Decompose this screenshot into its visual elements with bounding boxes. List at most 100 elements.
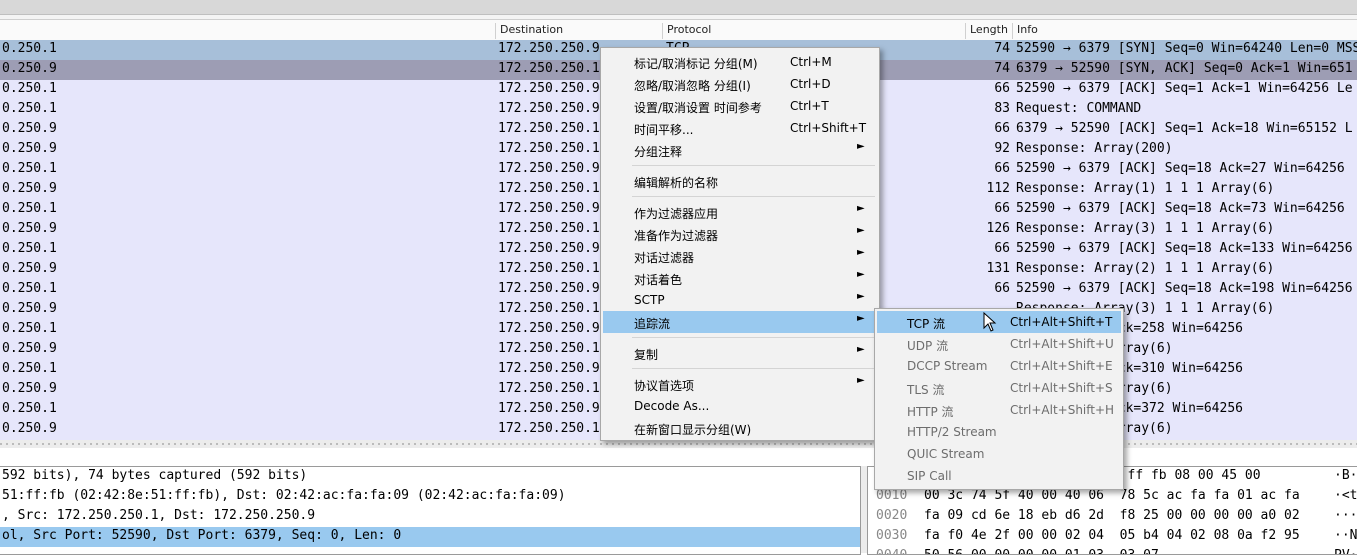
packet-details-pane[interactable]: 592 bits), 74 bytes captured (592 bits) 5…	[0, 466, 861, 555]
destination-cell: 172.250.250.9	[498, 321, 600, 336]
hex-line[interactable]: 0040 50 56 00 00 00 00 01 03 03 07 PV··	[868, 547, 1357, 554]
source-cell: 0.250.1	[2, 81, 57, 96]
menu-item[interactable]: 追踪流 ►	[603, 311, 877, 333]
hex-offset: 0010	[876, 488, 908, 503]
menu-item-shortcut: Ctrl+M	[790, 55, 832, 69]
length-cell: 131	[986, 261, 1010, 276]
submenu-item: HTTP/2 Stream	[877, 421, 1121, 443]
menu-item[interactable]: 复制 ►	[603, 342, 877, 364]
hex-ascii: PV··	[1334, 548, 1357, 554]
menu-item-label: 复制	[634, 348, 659, 362]
hex-offset: 0030	[876, 528, 908, 543]
destination-cell: 172.250.250.9	[498, 201, 600, 216]
info-cell: Response: Array(3) 1 1 1 Array(6)	[1016, 221, 1275, 236]
follow-stream-submenu: TCP 流 Ctrl+Alt+Shift+T UDP 流 Ctrl+Alt+Shift…	[874, 308, 1124, 490]
length-cell: 66	[994, 281, 1010, 296]
source-cell: 0.250.1	[2, 101, 57, 116]
hex-bytes: fa f0 4e 2f 00 00 02 04 05 b4 04 02 08 0…	[924, 528, 1300, 543]
destination-cell: 172.250.250.1	[498, 261, 600, 276]
hex-offset: 0040	[876, 548, 907, 554]
length-cell: 66	[994, 161, 1010, 176]
menu-item[interactable]: 准备作为过滤器 ►	[603, 223, 877, 245]
destination-cell: 172.250.250.9	[498, 41, 600, 56]
source-cell: 0.250.9	[2, 421, 57, 436]
submenu-item-label: TCP 流	[907, 317, 946, 331]
submenu-item-label: TLS 流	[907, 383, 945, 397]
menu-item[interactable]: 在新窗口显示分组(W)	[603, 417, 877, 439]
menu-item[interactable]: 设置/取消设置 时间参考 Ctrl+T	[603, 95, 877, 117]
source-cell: 0.250.1	[2, 401, 57, 416]
destination-cell: 172.250.250.1	[498, 421, 600, 436]
menu-separator	[632, 196, 875, 197]
hex-line[interactable]: 0030 fa f0 4e 2f 00 00 02 04 05 b4 04 02 …	[868, 527, 1357, 547]
detail-line[interactable]: ol, Src Port: 52590, Dst Port: 6379, Seq…	[0, 527, 860, 547]
detail-line[interactable]: , Src: 172.250.250.1, Dst: 172.250.250.9	[0, 507, 860, 527]
destination-cell: 172.250.250.9	[498, 161, 600, 176]
detail-text: 51:ff:fb (02:42:8e:51:ff:fb), Dst: 02:42…	[2, 488, 566, 503]
submenu-item-shortcut: Ctrl+Alt+Shift+U	[1010, 337, 1114, 351]
menu-item-label: Decode As...	[634, 399, 710, 413]
menu-item[interactable]: 对话过滤器 ►	[603, 245, 877, 267]
submenu-arrow-icon: ►	[857, 141, 865, 152]
hex-ascii: ·<t_	[1334, 488, 1357, 503]
info-cell: 52590 → 6379 [SYN] Seq=0 Win=64240 Len=0…	[1016, 41, 1357, 56]
hex-line[interactable]: 0010 00 3c 74 5f 40 00 40 06 78 5c ac fa …	[868, 487, 1357, 507]
column-info[interactable]: Info	[1012, 23, 1357, 39]
hex-offset: 0020	[876, 508, 908, 523]
destination-cell: 172.250.250.9	[498, 241, 600, 256]
menu-item[interactable]: 协议首选项 ►	[603, 373, 877, 395]
source-cell: 0.250.1	[2, 321, 57, 336]
submenu-arrow-icon: ►	[857, 313, 865, 324]
destination-cell: 172.250.250.9	[498, 361, 600, 376]
info-cell: 52590 → 6379 [ACK] Seq=18 Ack=133 Win=64…	[1016, 241, 1353, 256]
source-cell: 0.250.9	[2, 221, 57, 236]
menu-item[interactable]: 对话着色 ►	[603, 267, 877, 289]
detail-line[interactable]: 51:ff:fb (02:42:8e:51:ff:fb), Dst: 02:42…	[0, 487, 860, 507]
menu-item[interactable]: 编辑解析的名称	[603, 170, 877, 192]
info-cell: Response: Array(1) 1 1 1 Array(6)	[1016, 181, 1275, 196]
source-cell: 0.250.9	[2, 181, 57, 196]
length-cell: 66	[994, 121, 1010, 136]
menu-item[interactable]: 作为过滤器应用 ►	[603, 201, 877, 223]
hex-ascii: ···n	[1334, 508, 1357, 523]
submenu-item-shortcut: Ctrl+Alt+Shift+T	[1010, 315, 1113, 329]
menu-item[interactable]: 忽略/取消忽略 分组(I) Ctrl+D	[603, 73, 877, 95]
info-cell: Response: Array(2) 1 1 1 Array(6)	[1016, 261, 1275, 276]
detail-line[interactable]: 592 bits), 74 bytes captured (592 bits)	[0, 467, 860, 487]
source-cell: 0.250.9	[2, 261, 57, 276]
submenu-item[interactable]: TCP 流 Ctrl+Alt+Shift+T	[877, 311, 1121, 333]
menu-item[interactable]: SCTP ►	[603, 289, 877, 311]
submenu-item-shortcut: Ctrl+Alt+Shift+E	[1010, 359, 1113, 373]
column-destination[interactable]: Destination	[495, 23, 662, 39]
submenu-arrow-icon: ►	[857, 247, 865, 258]
column-protocol[interactable]: Protocol	[662, 23, 965, 39]
hex-bytes: 00 3c 74 5f 40 00 40 06 78 5c ac fa fa 0…	[924, 488, 1300, 503]
submenu-arrow-icon: ►	[857, 203, 865, 214]
hex-ascii: ·B·	[1334, 468, 1357, 483]
submenu-item: DCCP Stream Ctrl+Alt+Shift+E	[877, 355, 1121, 377]
submenu-item-label: SIP Call	[907, 469, 952, 483]
menu-item[interactable]: Decode As...	[603, 395, 877, 417]
toolbar-strip	[0, 0, 1357, 15]
menu-item-label: 分组注释	[634, 145, 683, 159]
destination-cell: 172.250.250.1	[498, 301, 600, 316]
column-length[interactable]: Length	[965, 23, 1012, 39]
submenu-item: TLS 流 Ctrl+Alt+Shift+S	[877, 377, 1121, 399]
menu-item-label: 编辑解析的名称	[634, 176, 719, 190]
info-cell: 6379 → 52590 [ACK] Seq=1 Ack=18 Win=6515…	[1016, 121, 1353, 136]
menu-item[interactable]: 分组注释 ►	[603, 139, 877, 161]
destination-cell: 172.250.250.9	[498, 81, 600, 96]
destination-cell: 172.250.250.1	[498, 381, 600, 396]
hex-line[interactable]: 0020 fa 09 cd 6e 18 eb d6 2d f8 25 00 00 …	[868, 507, 1357, 527]
menu-item[interactable]: 标记/取消标记 分组(M) Ctrl+M	[603, 51, 877, 73]
menu-item-label: 在新窗口显示分组(W)	[634, 423, 752, 437]
pane-splitter[interactable]	[0, 440, 1357, 448]
source-cell: 0.250.1	[2, 241, 57, 256]
submenu-item-shortcut: Ctrl+Alt+Shift+S	[1010, 381, 1113, 395]
menu-item[interactable]: 时间平移... Ctrl+Shift+T	[603, 117, 877, 139]
submenu-item: HTTP 流 Ctrl+Alt+Shift+H	[877, 399, 1121, 421]
menu-item-label: 追踪流	[634, 317, 671, 331]
source-cell: 0.250.9	[2, 381, 57, 396]
submenu-item-label: HTTP 流	[907, 405, 954, 419]
detail-text: 592 bits), 74 bytes captured (592 bits)	[2, 468, 308, 483]
